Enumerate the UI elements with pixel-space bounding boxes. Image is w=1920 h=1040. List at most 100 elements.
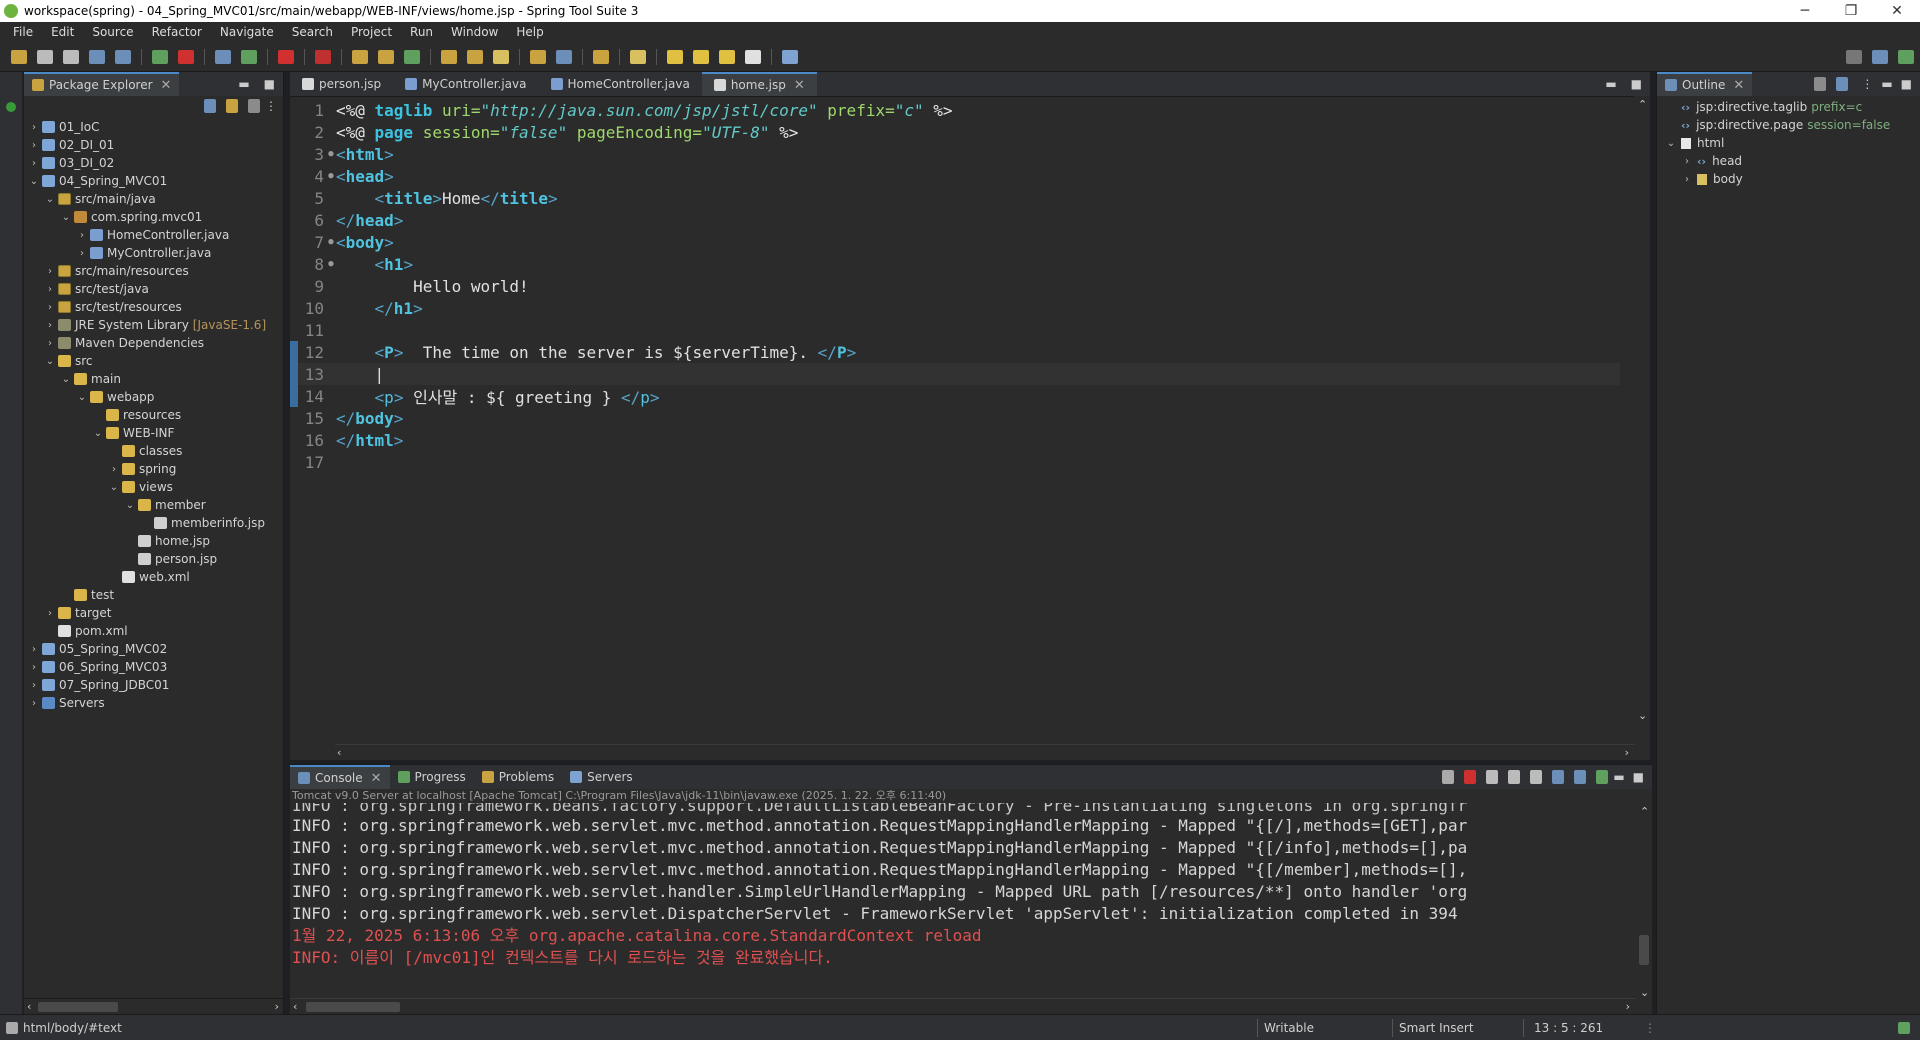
code-editor[interactable]: 1 <%@ taglib uri="http://java.sun.com/jsp… — [290, 96, 1650, 740]
expanded-chevron-icon[interactable]: ⌄ — [76, 392, 88, 403]
tree-item[interactable]: › 05_Spring_MVC02 — [24, 640, 283, 658]
editor-tab[interactable]: person.jsp — [290, 72, 393, 96]
collapsed-chevron-icon[interactable]: › — [44, 608, 56, 619]
tree-item[interactable]: › src/test/resources — [24, 298, 283, 316]
terminal-icon[interactable] — [115, 49, 131, 64]
clear-console-icon[interactable] — [1530, 770, 1543, 784]
maximize-view-icon[interactable]: ■ — [264, 77, 275, 91]
restore-button[interactable]: ❐ — [1828, 3, 1874, 19]
maximize-view-icon[interactable]: ■ — [1901, 77, 1912, 91]
tree-item[interactable]: › 06_Spring_MVC03 — [24, 658, 283, 676]
scroll-thumb[interactable] — [38, 1002, 118, 1012]
tree-item[interactable]: › src/test/java — [24, 280, 283, 298]
close-icon[interactable]: ✕ — [371, 771, 382, 786]
minimize-view-icon[interactable]: ▬ — [238, 77, 249, 91]
code-line[interactable]: 1 <%@ taglib uri="http://java.sun.com/jsp… — [290, 99, 1620, 121]
scroll-right-icon[interactable]: › — [1625, 746, 1629, 759]
scroll-thumb[interactable] — [1639, 935, 1649, 965]
code-line[interactable]: 17 — [290, 451, 1620, 473]
last-edit-icon[interactable] — [719, 49, 735, 64]
tab-console[interactable]: Console ✕ — [290, 765, 390, 789]
tree-item[interactable]: › 01_IoC — [24, 118, 283, 136]
new-project-icon[interactable] — [352, 49, 368, 64]
editor-horizontal-scrollbar[interactable]: ‹ › — [335, 744, 1635, 760]
remove-launch-icon[interactable] — [1486, 770, 1499, 784]
menu-source[interactable]: Source — [83, 25, 142, 39]
focus-icon[interactable] — [248, 99, 260, 113]
new-class-icon[interactable] — [404, 49, 420, 64]
collapsed-chevron-icon[interactable]: › — [28, 122, 40, 133]
web-browser-icon[interactable] — [556, 49, 572, 64]
collapsed-chevron-icon[interactable]: › — [28, 698, 40, 709]
expanded-chevron-icon[interactable]: ⌄ — [44, 356, 56, 367]
spring-perspective-icon[interactable] — [1898, 49, 1914, 64]
boot-dashboard-icon[interactable] — [152, 49, 168, 64]
terminate-icon[interactable] — [1464, 770, 1477, 784]
tree-item[interactable]: ⌄ src/main/java — [24, 190, 283, 208]
tree-item[interactable]: ⌄ webapp — [24, 388, 283, 406]
collapsed-chevron-icon[interactable]: › — [28, 680, 40, 691]
expanded-chevron-icon[interactable]: ⌄ — [92, 428, 104, 439]
tree-item[interactable]: › 02_DI_01 — [24, 136, 283, 154]
collapsed-chevron-icon[interactable]: › — [1681, 156, 1693, 167]
scroll-down-icon[interactable]: ⌄ — [1640, 986, 1649, 999]
code-line[interactable]: 2 <%@ page session="false" pageEncoding="… — [290, 121, 1620, 143]
open-console-icon[interactable] — [1596, 770, 1609, 784]
collapsed-chevron-icon[interactable]: › — [76, 248, 88, 259]
tree-item[interactable]: test — [24, 586, 283, 604]
menu-project[interactable]: Project — [342, 25, 401, 39]
code-line[interactable]: 15 </body> — [290, 407, 1620, 429]
menu-file[interactable]: File — [4, 25, 42, 39]
spring-boot-dashboard-icon[interactable] — [6, 102, 16, 112]
minimize-view-icon[interactable]: ▬ — [1613, 770, 1624, 784]
collapsed-chevron-icon[interactable]: › — [28, 158, 40, 169]
code-line[interactable]: 4 ● <head> — [290, 165, 1620, 187]
outline-item[interactable]: › body — [1657, 170, 1890, 188]
collapsed-chevron-icon[interactable]: › — [28, 140, 40, 151]
scroll-up-icon[interactable]: ⌃ — [1638, 98, 1647, 111]
new-package-icon[interactable] — [378, 49, 394, 64]
fold-marker-icon[interactable]: ● — [326, 259, 336, 269]
expanded-chevron-icon[interactable]: ⌄ — [60, 212, 72, 223]
close-icon[interactable]: ✕ — [1733, 78, 1744, 93]
code-line[interactable]: 13 | — [290, 363, 1620, 385]
external-tools-icon[interactable] — [315, 49, 331, 64]
minimize-button[interactable]: ─ — [1782, 3, 1828, 19]
tree-item[interactable]: ⌄ com.spring.mvc01 — [24, 208, 283, 226]
tree-item[interactable]: resources — [24, 406, 283, 424]
editor-tab[interactable]: MyController.java — [393, 72, 538, 96]
run-config-icon[interactable] — [241, 49, 257, 64]
outline-item[interactable]: › ‹› head — [1657, 152, 1890, 170]
collapsed-chevron-icon[interactable]: › — [44, 338, 56, 349]
close-button[interactable]: ✕ — [1874, 3, 1920, 19]
tree-item[interactable]: home.jsp — [24, 532, 283, 550]
menu-run[interactable]: Run — [401, 25, 442, 39]
code-line[interactable]: 9 Hello world! — [290, 275, 1620, 297]
save-icon[interactable] — [37, 49, 53, 64]
open-type-icon[interactable] — [441, 49, 457, 64]
code-line[interactable]: 8 ● <h1> — [290, 253, 1620, 275]
view-menu-icon[interactable]: ⋮ — [1861, 77, 1873, 91]
notification-icon[interactable] — [1898, 1021, 1910, 1034]
stop-icon[interactable] — [278, 49, 294, 64]
tab-problems[interactable]: Problems — [474, 765, 562, 789]
code-line[interactable]: 11 — [290, 319, 1620, 341]
scroll-left-icon[interactable]: ‹ — [337, 746, 341, 759]
sort-icon[interactable] — [1814, 77, 1827, 91]
tree-item[interactable]: ⌄ views — [24, 478, 283, 496]
minimize-editor-icon[interactable]: ▬ — [1605, 77, 1616, 91]
remove-all-launches-icon[interactable] — [1508, 770, 1521, 784]
scroll-up-icon[interactable]: ⌃ — [1640, 805, 1649, 818]
open-perspective-icon[interactable] — [1872, 49, 1888, 64]
collapsed-chevron-icon[interactable]: › — [76, 230, 88, 241]
search-icon[interactable] — [493, 49, 509, 64]
scroll-thumb[interactable] — [306, 1002, 400, 1012]
tab-servers[interactable]: Servers — [562, 765, 641, 789]
editor-tab[interactable]: home.jsp ✕ — [701, 72, 817, 96]
tree-item[interactable]: › JRE System Library [JavaSE-1.6] — [24, 316, 283, 334]
tab-progress[interactable]: Progress — [390, 765, 474, 789]
expanded-chevron-icon[interactable]: ⌄ — [44, 194, 56, 205]
forward-icon[interactable] — [693, 49, 709, 64]
tree-item[interactable]: person.jsp — [24, 550, 283, 568]
expanded-chevron-icon[interactable]: ⌄ — [108, 482, 120, 493]
